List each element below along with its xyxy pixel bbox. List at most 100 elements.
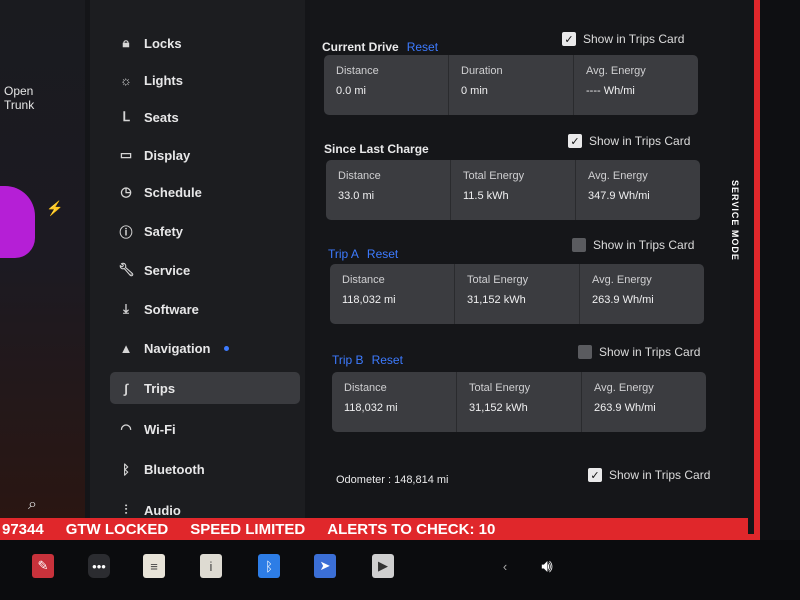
stat-cell: Duration 0 min (449, 55, 574, 115)
stat-label: Distance (338, 170, 381, 182)
trip-a-reset-link[interactable]: Reset (367, 247, 398, 261)
stat-value: 0.0 mi (336, 85, 366, 97)
current-drive-show-toggle[interactable]: ✓ Show in Trips Card (562, 32, 684, 46)
service-app-icon[interactable]: ✎ (32, 554, 54, 578)
video-app-icon[interactable]: ▶ (372, 554, 394, 578)
stat-cell: Distance 33.0 mi (326, 160, 451, 220)
menu-item-label: Navigation (144, 340, 211, 356)
wifi-icon: ◠ (120, 421, 132, 436)
notes-app-icon[interactable]: ≡ (143, 554, 165, 578)
stat-cell: Total Energy 31,152 kWh (457, 372, 582, 432)
stat-label: Distance (342, 274, 385, 286)
charging-bolt-icon: ⚡ (46, 200, 64, 216)
toggle-label: Show in Trips Card (583, 32, 685, 46)
checkbox-checked-icon[interactable]: ✓ (562, 32, 576, 46)
stat-label: Avg. Energy (588, 170, 648, 182)
menu-item-software[interactable]: ⤓ Software (110, 293, 300, 325)
stat-value: 31,152 kWh (469, 402, 528, 414)
menu-item-bluetooth[interactable]: ᛒ Bluetooth (110, 453, 300, 485)
menu-item-label: Display (144, 147, 191, 163)
menu-item-wifi[interactable]: ◠ Wi-Fi (110, 413, 300, 445)
volume-icon[interactable]: 🔊︎ (536, 554, 558, 578)
stat-label: Distance (336, 65, 379, 77)
open-trunk-button[interactable]: Open Trunk (4, 84, 34, 112)
sliders-icon: ⫶ (124, 502, 128, 517)
menu-item-label: Software (144, 301, 199, 317)
current-drive-header: Current Drive Reset (322, 40, 438, 54)
stat-value: 263.9 Wh/mi (594, 402, 656, 414)
section-title: Trip A (328, 247, 359, 261)
trips-icon: ∫ (124, 380, 128, 396)
menu-item-schedule[interactable]: ◷ Schedule (110, 176, 300, 208)
menu-item-locks[interactable]: 🔒︎ Locks (110, 27, 300, 59)
navigation-icon: ▲ (119, 340, 133, 356)
odometer-show-toggle[interactable]: ✓ Show in Trips Card (588, 468, 710, 482)
current-drive-reset-link[interactable]: Reset (407, 40, 438, 54)
stat-value: 118,032 mi (342, 294, 396, 306)
alerts-status[interactable]: ALERTS TO CHECK: 10 (327, 521, 495, 538)
stat-cell: Avg. Energy 263.9 Wh/mi (582, 372, 706, 432)
menu-item-trips[interactable]: ∫ Trips (110, 372, 300, 404)
menu-item-service[interactable]: 🔧︎ Service (110, 254, 300, 286)
checkbox-checked-icon[interactable]: ✓ (588, 468, 602, 482)
stat-label: Avg. Energy (592, 274, 652, 286)
service-mode-label: SERVICE MODE (730, 180, 740, 261)
since-last-charge-card: Distance 33.0 mi Total Energy 11.5 kWh Avg… (326, 160, 700, 220)
vehicle-screen: Open Trunk ⚡ ⌕ 🔒︎ Locks ☼ Lights ᒪ Seats… (0, 0, 760, 540)
checkbox-checked-icon[interactable]: ✓ (568, 134, 582, 148)
menu-item-display[interactable]: ▭ Display (110, 139, 300, 171)
toggle-label: Show in Trips Card (599, 345, 701, 359)
bluetooth-icon: ᛒ (122, 461, 130, 477)
current-drive-card: Distance 0.0 mi Duration 0 min Avg. Energy… (324, 55, 698, 115)
since-last-charge-header: Since Last Charge (324, 142, 429, 156)
sun-icon: ☼ (120, 72, 132, 88)
navigation-app-icon[interactable]: ➤ (314, 554, 336, 578)
stat-label: Avg. Energy (586, 65, 646, 77)
manual-app-icon[interactable]: i (200, 554, 222, 578)
stat-cell: Total Energy 31,152 kWh (455, 264, 580, 324)
menu-item-label: Safety (144, 223, 184, 239)
menu-item-label: Locks (144, 35, 182, 51)
menu-item-safety[interactable]: ⓘ Safety (110, 215, 300, 247)
checkbox-unchecked-icon[interactable] (572, 238, 586, 252)
trip-b-show-toggle[interactable]: Show in Trips Card (578, 345, 700, 359)
wrench-icon: 🔧︎ (118, 262, 135, 277)
menu-item-label: Service (144, 262, 191, 278)
trip-b-card: Distance 118,032 mi Total Energy 31,152 kW… (332, 372, 706, 432)
since-last-charge-show-toggle[interactable]: ✓ Show in Trips Card (568, 134, 690, 148)
vehicle-id: 97344 (2, 520, 44, 538)
stat-value: 31,152 kWh (467, 294, 526, 306)
menu-item-label: Wi-Fi (144, 421, 176, 437)
checkbox-unchecked-icon[interactable] (578, 345, 592, 359)
menu-item-label: Audio (144, 502, 181, 518)
menu-item-lights[interactable]: ☼ Lights (110, 64, 300, 96)
seat-icon: ᒪ (122, 109, 130, 124)
more-icon[interactable]: ••• (88, 554, 110, 578)
menu-item-label: Trips (144, 380, 176, 396)
toggle-label: Show in Trips Card (589, 134, 691, 148)
stat-cell: Distance 118,032 mi (332, 372, 457, 432)
update-dot-icon (224, 345, 230, 351)
chevron-left-icon[interactable]: ‹ (494, 554, 516, 578)
trip-a-show-toggle[interactable]: Show in Trips Card (572, 238, 694, 252)
stat-cell: Distance 0.0 mi (324, 55, 449, 115)
trip-b-reset-link[interactable]: Reset (372, 353, 403, 367)
menu-item-seats[interactable]: ᒪ Seats (110, 101, 300, 133)
stat-cell: Total Energy 11.5 kWh (451, 160, 576, 220)
settings-menu: 🔒︎ Locks ☼ Lights ᒪ Seats ▭ Display ◷ Sc… (90, 0, 305, 520)
stat-label: Distance (344, 382, 387, 394)
stat-cell: Avg. Energy 263.9 Wh/mi (580, 264, 704, 324)
stat-value: 263.9 Wh/mi (592, 294, 654, 306)
toggle-label: Show in Trips Card (609, 468, 711, 482)
trip-b-header: Trip B Reset (332, 353, 403, 367)
stat-label: Total Energy (463, 170, 525, 182)
search-icon[interactable]: ⌕ (28, 496, 37, 514)
stat-value: 347.9 Wh/mi (588, 190, 650, 202)
menu-item-navigation[interactable]: ▲ Navigation (110, 332, 300, 364)
bottom-dock: ✎ ••• ≡ i ᛒ ➤ ▶ ‹ 🔊︎ (0, 540, 800, 600)
lock-icon: 🔒︎ (122, 35, 130, 50)
stat-value: 118,032 mi (344, 402, 398, 414)
display-icon: ▭ (119, 147, 133, 162)
odometer-readout: Odometer : 148,814 mi (336, 474, 449, 486)
bluetooth-app-icon[interactable]: ᛒ (258, 554, 280, 578)
